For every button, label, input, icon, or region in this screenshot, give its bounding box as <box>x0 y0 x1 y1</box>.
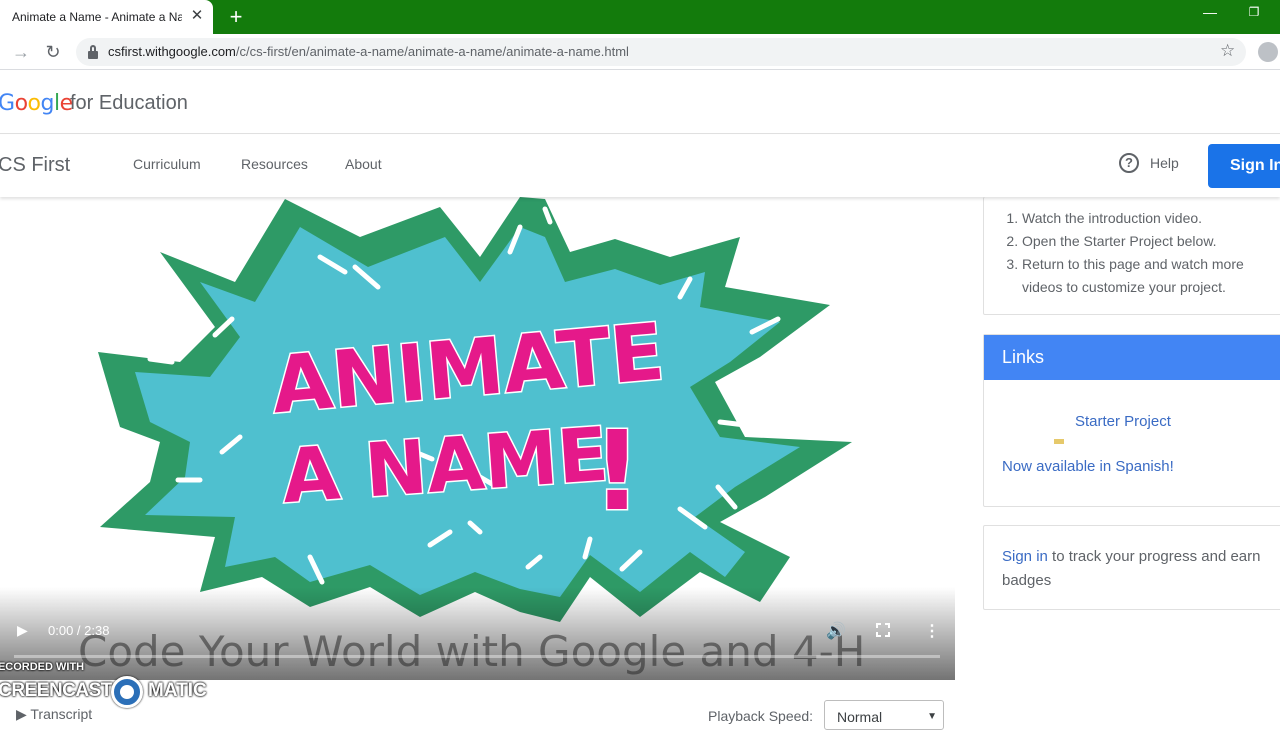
fullscreen-icon[interactable] <box>876 623 890 637</box>
address-bar[interactable]: csfirst.withgoogle.com/c/cs-first/en/ani… <box>76 38 1246 66</box>
instruction-step: Open the Starter Project below. <box>1022 230 1276 253</box>
watermark-matic: MATIC <box>148 680 207 701</box>
progress-card: Sign in to track your progress and earn … <box>983 525 1280 610</box>
nav-link-about[interactable]: About <box>345 156 382 172</box>
logo-letter: G <box>0 91 15 116</box>
browser-tab-strip: Animate a Name - Animate a Na ✕ + — ❐ <box>0 0 1280 34</box>
links-card: Links Starter Project Now available in S… <box>983 334 1280 507</box>
spanish-version-link[interactable]: Now available in Spanish! <box>1002 458 1174 475</box>
watermark-recorded-with: RECORDED WITH <box>0 661 85 673</box>
time-readout: 0:00 / 2:38 <box>48 623 110 638</box>
close-icon[interactable]: ✕ <box>188 7 206 25</box>
transcript-toggle[interactable]: ▶ Transcript <box>16 706 92 723</box>
seek-bar[interactable] <box>14 655 940 658</box>
nav-link-resources[interactable]: Resources <box>241 156 308 172</box>
reload-icon[interactable]: ↻ <box>42 41 64 63</box>
help-link[interactable]: Help <box>1150 155 1179 171</box>
google-for-education-header: Google for Education <box>0 70 1280 134</box>
minimize-icon[interactable]: — <box>1200 4 1220 24</box>
instruction-step: Watch the introduction video. <box>1022 207 1276 230</box>
for-education-label: for Education <box>70 92 188 114</box>
site-navigation: CS First Curriculum Resources About ? He… <box>0 135 1280 197</box>
progress-message: Sign in to track your progress and earn … <box>1002 545 1272 593</box>
speed-value: Normal <box>837 709 883 725</box>
new-tab-button[interactable]: + <box>224 5 248 29</box>
bookmark-star-icon[interactable]: ☆ <box>1220 41 1235 61</box>
url-host: csfirst.withgoogle.com <box>108 44 236 59</box>
browser-toolbar: → ↻ csfirst.withgoogle.com/c/cs-first/en… <box>0 34 1280 70</box>
starter-project-link[interactable]: Starter Project <box>1075 413 1171 430</box>
logo-letter: o <box>14 91 28 116</box>
links-header: Links <box>984 335 1280 380</box>
sign-in-link[interactable]: Sign in <box>1002 548 1048 565</box>
restore-icon[interactable]: ❐ <box>1244 5 1264 25</box>
instructions-card: Watch the introduction video. Open the S… <box>983 197 1280 315</box>
video-player[interactable]: ANIMATE A NAME ! Code Your World with Go… <box>0 197 955 680</box>
logo-letter: g <box>40 91 55 116</box>
instruction-steps: Watch the introduction video. Open the S… <box>1006 207 1276 299</box>
cs-first-brand[interactable]: CS First <box>0 154 70 177</box>
play-icon[interactable]: ▶ <box>17 622 33 638</box>
nav-link-curriculum[interactable]: Curriculum <box>133 156 201 172</box>
starter-project-thumbnail[interactable] <box>1054 439 1064 444</box>
back-arrow-icon[interactable]: → <box>10 41 32 63</box>
instruction-step: Return to this page and watch more video… <box>1022 253 1276 299</box>
title-exclamation: ! <box>592 407 642 535</box>
sign-in-button[interactable]: Sign In <box>1208 144 1280 188</box>
video-caption: Code Your World with Google and 4-H <box>78 627 866 676</box>
profile-avatar-icon[interactable] <box>1258 42 1278 62</box>
screencast-o-matic-logo-icon <box>111 676 143 708</box>
volume-icon[interactable]: 🔊 <box>826 621 846 641</box>
playback-speed-label: Playback Speed: <box>708 708 814 724</box>
url-path: /c/cs-first/en/animate-a-name/animate-a-… <box>235 44 629 59</box>
logo-letter: o <box>27 91 41 116</box>
tab-title: Animate a Name - Animate a Na <box>12 10 182 24</box>
playback-speed-select[interactable]: Normal ▼ <box>824 700 944 730</box>
watermark-screencast: SCREENCAST <box>0 680 112 701</box>
url-text[interactable]: csfirst.withgoogle.com/c/cs-first/en/ani… <box>108 44 629 59</box>
help-icon[interactable]: ? <box>1119 153 1139 173</box>
chevron-down-icon: ▼ <box>927 711 937 722</box>
more-options-icon[interactable]: ⋮ <box>924 621 940 641</box>
browser-tab[interactable]: Animate a Name - Animate a Na ✕ <box>0 0 213 34</box>
google-logo[interactable]: Google <box>0 91 73 116</box>
lock-icon <box>88 45 98 59</box>
